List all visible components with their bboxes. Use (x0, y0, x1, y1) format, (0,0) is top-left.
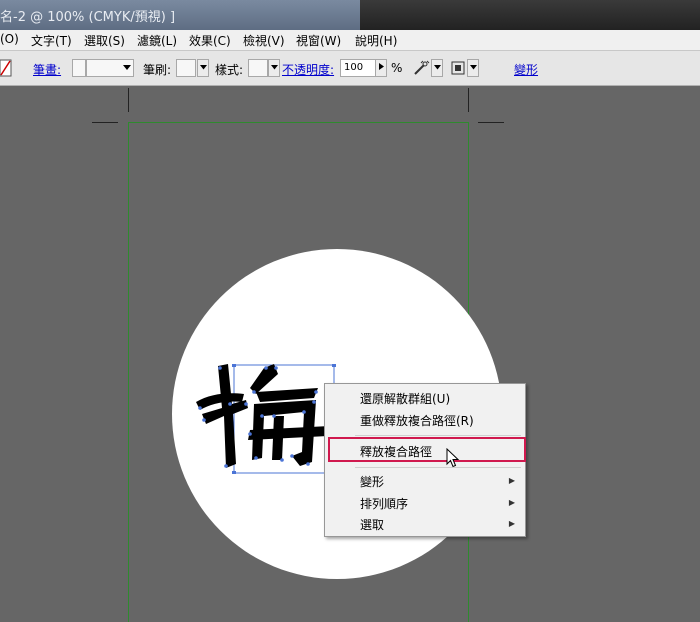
highlight-box (328, 437, 526, 462)
style-swatch[interactable] (248, 59, 268, 77)
chevron-down-icon (270, 65, 278, 70)
chevron-down-icon (433, 65, 441, 70)
submenu-arrow-icon: ▶ (508, 498, 515, 507)
style-label: 樣式: (215, 63, 244, 77)
crop-mark (92, 122, 118, 123)
menu-item-window[interactable]: 視窗(W) (296, 32, 341, 49)
style-dropdown[interactable] (268, 59, 280, 77)
recolor-artwork-icon[interactable] (412, 60, 430, 76)
context-menu-arrange[interactable]: 排列順序 (360, 495, 408, 512)
context-menu-select[interactable]: 選取 (360, 516, 384, 533)
chevron-right-icon (378, 63, 384, 70)
brush-swatch[interactable] (176, 59, 196, 77)
calligraphy-artwork[interactable] (196, 363, 336, 475)
stroke-weight-select[interactable] (86, 59, 134, 77)
context-menu-transform[interactable]: 變形 (360, 473, 384, 490)
align-icon[interactable] (450, 60, 466, 76)
chevron-down-icon (469, 65, 477, 70)
menu-item-view[interactable]: 檢視(V) (243, 32, 285, 49)
opacity-label[interactable]: 不透明度: (282, 61, 334, 78)
crop-mark (128, 88, 129, 112)
context-menu-undo-ungroup[interactable]: 還原解散群組(U) (360, 390, 450, 407)
crop-mark (478, 122, 504, 123)
transform-link[interactable]: 變形 (514, 61, 538, 78)
menu-item-effect[interactable]: 效果(C) (189, 32, 231, 49)
control-toolbar: 筆畫: 筆刷: 樣式: 不透明度: 100 % 變形 (0, 51, 700, 86)
crop-mark (468, 88, 469, 112)
recolor-dropdown[interactable] (431, 59, 443, 77)
context-menu-redo-release-compound[interactable]: 重做釋放複合路徑(R) (360, 412, 474, 429)
chevron-down-icon (123, 65, 131, 70)
menu-divider (355, 435, 521, 436)
align-dropdown[interactable] (467, 59, 479, 77)
stroke-color-icon[interactable] (0, 57, 12, 79)
opacity-unit: % (391, 61, 403, 75)
menu-divider (355, 467, 521, 468)
mouse-cursor-icon (446, 448, 460, 468)
submenu-arrow-icon: ▶ (508, 476, 515, 485)
brush-label: 筆刷: (143, 63, 172, 77)
window-title: 名-2 @ 100% (CMYK/預視) ] (0, 10, 176, 25)
menu-item-help[interactable]: 說明(H) (355, 32, 397, 49)
chevron-down-icon (199, 65, 207, 70)
stroke-label[interactable]: 筆畫: (33, 61, 61, 78)
menu-item-type[interactable]: 文字(T) (31, 32, 72, 49)
brush-dropdown[interactable] (197, 59, 209, 77)
submenu-arrow-icon: ▶ (508, 519, 515, 528)
title-bar-dark-area (360, 0, 700, 30)
opacity-input[interactable]: 100 (340, 59, 376, 77)
stroke-weight-stepper[interactable] (72, 59, 86, 77)
menu-item-object[interactable]: (O) (0, 32, 19, 46)
menu-item-select[interactable]: 選取(S) (84, 32, 125, 49)
title-bar: 名-2 @ 100% (CMYK/預視) ] (0, 0, 700, 30)
opacity-dropdown[interactable] (375, 59, 387, 77)
menu-item-filter[interactable]: 濾鏡(L) (137, 32, 177, 49)
menu-bar: (O) 文字(T) 選取(S) 濾鏡(L) 效果(C) 檢視(V) 視窗(W) … (0, 30, 700, 51)
